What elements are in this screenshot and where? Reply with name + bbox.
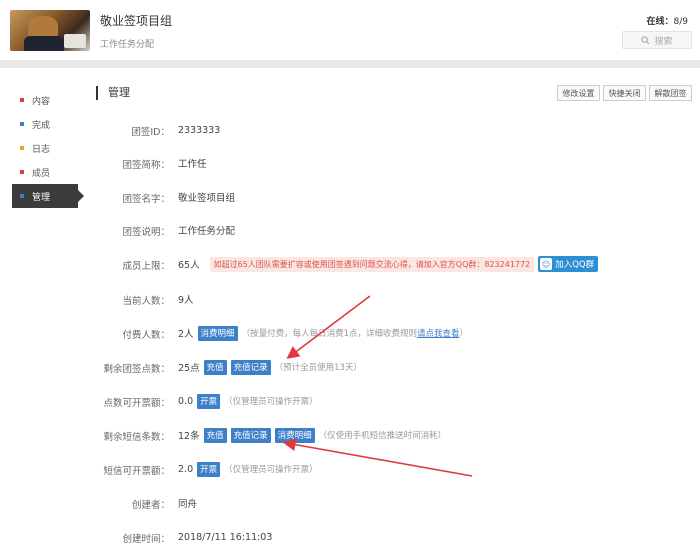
row-sms-left: 剩余短信条数： 12条 充值 充值记录 消费明细 （仅使用手机短信推送时间消耗）: [0, 427, 700, 443]
bullet-icon: [20, 98, 24, 102]
avatar-laptop: [64, 34, 86, 48]
points-invoice-label: 点数可开票额：: [103, 398, 170, 409]
sidebar-item-content[interactable]: 内容: [12, 88, 82, 112]
row-member-limit: 成员上限： 65人 如超过65人团队需要扩容或使用团签遇到问题交流心得，请加入官…: [0, 256, 700, 272]
quick-close-button[interactable]: 快捷关闭: [603, 85, 646, 101]
bullet-icon: [20, 146, 24, 150]
team-name-label: 团签名字：: [122, 194, 170, 205]
modify-settings-button[interactable]: 修改设置: [557, 85, 600, 101]
page-title: 管理: [96, 86, 130, 100]
points-invoice-button[interactable]: 开票: [197, 393, 221, 409]
sms-invoice-button[interactable]: 开票: [197, 461, 221, 477]
row-points-invoice: 点数可开票额： 0.0 开票 （仅管理员可操作开票）: [0, 393, 700, 409]
row-current-count: 当前人数： 9人: [0, 291, 700, 307]
search-placeholder: 搜索: [654, 36, 673, 47]
online-label: 在线：: [646, 17, 674, 27]
current-count-value: 9人: [178, 295, 194, 306]
short-name-label: 团签简称：: [122, 160, 170, 171]
pricing-rules-link[interactable]: 请点我查看: [417, 329, 460, 339]
search-input[interactable]: 搜索: [622, 31, 692, 49]
sms-invoice-value: 2.0: [178, 463, 194, 475]
header: 敬业签项目组 工作任务分配 在线：8/9 搜索: [0, 0, 700, 60]
creator-label: 创建者：: [131, 500, 170, 511]
member-limit-label: 成员上限：: [122, 261, 170, 272]
paid-count-label: 付费人数：: [122, 330, 170, 341]
row-points-left: 剩余团签点数： 25点 充值 充值记录 （预计全员使用13天）: [0, 359, 700, 375]
description-label: 团签说明：: [122, 227, 170, 238]
sidebar-item-label: 日志: [32, 144, 51, 155]
page: 敬业签项目组 工作任务分配 在线：8/9 搜索 内容 完成 日志 成员 管理 管…: [0, 0, 700, 547]
online-status: 在线：8/9: [647, 14, 689, 27]
sms-left-label: 剩余短信条数：: [103, 432, 170, 443]
created-at-value: 2018/7/11 16:11:03: [178, 531, 273, 543]
member-limit-warning: 如超过65人团队需要扩容或使用团签遇到问题交流心得，请加入官方QQ群：82324…: [209, 256, 535, 272]
row-description: 团签说明： 工作任务分配: [0, 222, 700, 238]
points-left-label: 剩余团签点数：: [103, 364, 170, 375]
consumption-detail-button[interactable]: 消费明细: [197, 325, 238, 341]
team-id-value: 2333333: [178, 124, 221, 136]
sms-left-value: 12条: [178, 431, 200, 442]
sidebar-item-label: 内容: [32, 96, 51, 107]
recharge-points-button[interactable]: 充值: [203, 359, 227, 375]
points-invoice-value: 0.0: [178, 395, 194, 407]
search-icon: [641, 35, 650, 44]
row-creator: 创建者： 同舟: [0, 495, 700, 511]
join-qq-group-button[interactable]: ☺ 加入QQ群: [538, 256, 599, 272]
points-left-note: （预计全员使用13天）: [274, 363, 362, 373]
points-recharge-history-button[interactable]: 充值记录: [230, 359, 271, 375]
paid-count-note-text: （按量付费，每人每日消费1点，详细收费规则: [241, 329, 417, 339]
team-name-value: 敬业签项目组: [178, 193, 236, 204]
current-count-label: 当前人数：: [122, 296, 170, 307]
sms-invoice-note: （仅管理员可操作开票）: [224, 465, 318, 475]
paid-count-note-end: ）: [459, 329, 469, 339]
points-invoice-note: （仅管理员可操作开票）: [224, 397, 318, 407]
row-sms-invoice: 短信可开票额： 2.0 开票 （仅管理员可操作开票）: [0, 461, 700, 477]
online-count: 8/9: [673, 17, 688, 27]
creator-value: 同舟: [178, 499, 198, 510]
row-team-id: 团签ID： 2333333: [0, 122, 700, 139]
team-avatar[interactable]: [10, 10, 90, 51]
qq-icon: ☺: [540, 258, 553, 270]
team-id-label: 团签ID：: [131, 127, 170, 138]
dissolve-team-button[interactable]: 解散团签: [649, 85, 692, 101]
recharge-sms-button[interactable]: 充值: [203, 427, 227, 443]
header-divider: [0, 60, 700, 68]
sms-recharge-history-button[interactable]: 充值记录: [230, 427, 271, 443]
sms-invoice-label: 短信可开票额：: [103, 466, 170, 477]
member-limit-value: 65人: [178, 260, 200, 271]
description-value: 工作任务分配: [178, 226, 236, 237]
avatar-shirt: [24, 36, 64, 51]
row-created-at: 创建时间： 2018/7/11 16:11:03: [0, 529, 700, 546]
sms-consumption-detail-button[interactable]: 消费明细: [274, 427, 315, 443]
points-left-value: 25点: [178, 363, 200, 374]
paid-count-note: （按量付费，每人每日消费1点，详细收费规则请点我查看）: [242, 327, 468, 339]
row-paid-count: 付费人数： 2人 消费明细 （按量付费，每人每日消费1点，详细收费规则请点我查看…: [0, 325, 700, 341]
row-team-name: 团签名字： 敬业签项目组: [0, 189, 700, 205]
join-qq-group-label: 加入QQ群: [555, 260, 595, 270]
paid-count-value: 2人: [178, 329, 194, 340]
team-subtitle: 工作任务分配: [100, 40, 155, 50]
short-name-value: 工作任: [178, 159, 207, 170]
sms-left-note: （仅使用手机短信推送时间消耗）: [318, 431, 447, 441]
created-at-label: 创建时间：: [122, 534, 170, 545]
row-short-name: 团签简称： 工作任: [0, 155, 700, 171]
team-title: 敬业签项目组: [100, 14, 173, 28]
